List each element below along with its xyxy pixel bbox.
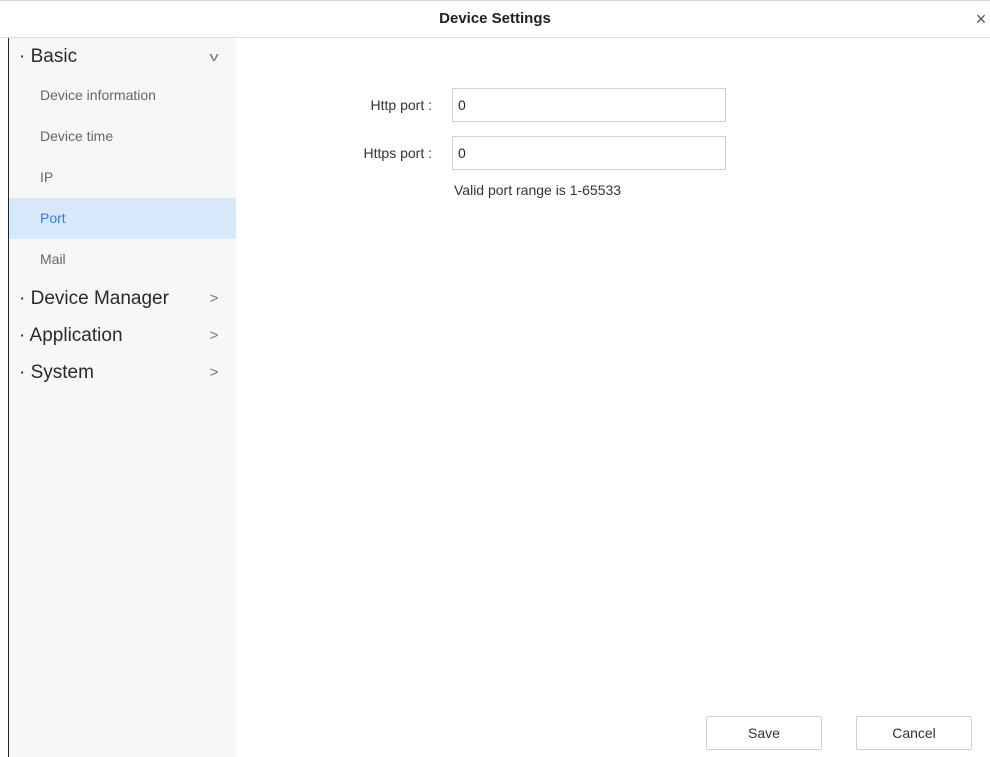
chevron-right-icon: > xyxy=(209,364,219,381)
sidebar-group-label: · Device Manager xyxy=(19,288,169,309)
sidebar-item-port[interactable]: Port xyxy=(9,198,236,239)
device-settings-window: Device Settings × · Basic v Device infor… xyxy=(0,0,990,757)
http-port-input[interactable] xyxy=(452,88,726,122)
title-bar: Device Settings × xyxy=(0,0,990,38)
http-port-label: Http port : xyxy=(370,97,432,113)
sidebar-item-device-information[interactable]: Device information xyxy=(9,75,236,116)
chevron-down-icon: v xyxy=(209,49,219,64)
https-port-input[interactable] xyxy=(452,136,726,170)
chevron-right-icon: > xyxy=(209,290,219,307)
sidebar-item-device-time[interactable]: Device time xyxy=(9,116,236,157)
window-title: Device Settings xyxy=(439,10,551,27)
port-settings-panel: Http port : Https port : Valid port rang… xyxy=(236,38,990,757)
port-range-hint: Valid port range is 1-65533 xyxy=(454,182,622,198)
sidebar-item-mail[interactable]: Mail xyxy=(9,239,236,280)
sidebar-group-application[interactable]: · Application > xyxy=(9,317,236,354)
https-port-label: Https port : xyxy=(363,145,432,161)
sidebar-group-device-manager[interactable]: · Device Manager > xyxy=(9,280,236,317)
sidebar: · Basic v Device information Device time… xyxy=(8,38,236,757)
sidebar-group-basic[interactable]: · Basic v xyxy=(9,38,236,75)
sidebar-group-label: · System xyxy=(19,362,94,383)
sidebar-group-system[interactable]: · System > xyxy=(9,354,236,391)
sidebar-item-ip[interactable]: IP xyxy=(9,157,236,198)
close-icon[interactable]: × xyxy=(970,7,990,31)
cancel-button[interactable]: Cancel xyxy=(856,716,972,750)
sidebar-group-label: · Application xyxy=(19,325,123,346)
chevron-right-icon: > xyxy=(209,327,219,344)
save-button[interactable]: Save xyxy=(706,716,822,750)
sidebar-group-label: · Basic xyxy=(19,46,78,67)
